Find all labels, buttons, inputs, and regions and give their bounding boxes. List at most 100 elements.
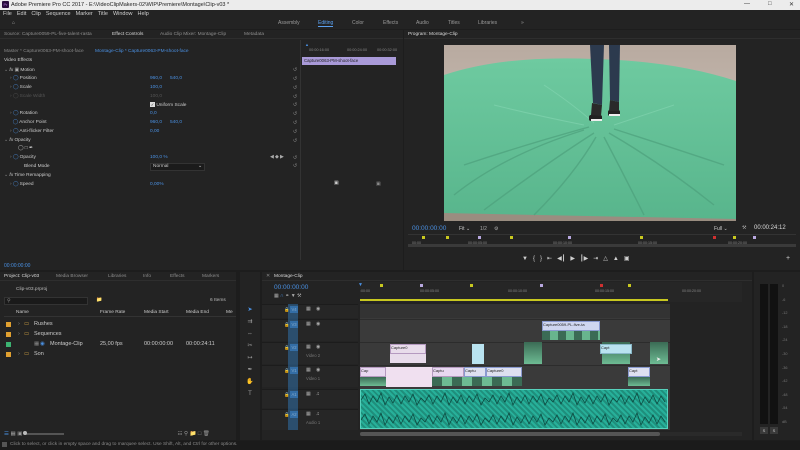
menu-edit[interactable]: Edit [17, 11, 26, 17]
keyframe-nav-opacity[interactable]: ◀ ◆ ▶ [270, 155, 284, 163]
marker-icon[interactable] [478, 236, 481, 239]
ec-mini-timeline[interactable]: 00:00:16:00 00:00:24:00 00:00:32:00 ▲ Ca… [300, 40, 403, 260]
blend-mode-select[interactable]: Normal ⌄ [150, 163, 205, 171]
workspace-effects[interactable]: Effects [383, 20, 398, 26]
linked-selection-icon[interactable]: ⚭ [285, 293, 289, 299]
marker-icon[interactable] [568, 236, 571, 239]
chevron-right-icon[interactable]: › [18, 331, 20, 337]
rotation-value[interactable]: 0,0 [150, 111, 157, 119]
antiflicker-value[interactable]: 0,00 [150, 129, 159, 137]
reset-scale-width-icon[interactable]: ↺ [293, 94, 297, 100]
sync-lock-icon[interactable]: ▦ [306, 321, 311, 327]
audio-clip[interactable] [360, 389, 668, 429]
reset-rotation-icon[interactable]: ↺ [293, 111, 297, 117]
col-media-end[interactable]: Media End [186, 310, 209, 318]
tab-media-browser[interactable]: Media Browser [56, 274, 88, 279]
icon-view-icon[interactable]: ▦ [10, 431, 15, 437]
menu-sequence[interactable]: Sequence [46, 11, 71, 17]
reset-scale-icon[interactable]: ↺ [293, 85, 297, 91]
razor-tool-icon[interactable]: ✂ [246, 342, 254, 350]
clip-v2-thumb[interactable] [524, 342, 542, 364]
workspace-audio[interactable]: Audio [416, 20, 429, 26]
marker-icon[interactable] [510, 236, 513, 239]
reset-uniform-icon[interactable]: ↺ [293, 102, 297, 108]
opacity-value[interactable]: 100,0 % [150, 155, 168, 163]
new-item-icon[interactable]: □ [198, 431, 201, 437]
project-row[interactable]: › ▭ Son [4, 350, 236, 359]
track-header-v3[interactable]: 🔒V3▦◉ [262, 319, 358, 341]
timeline-timecode[interactable]: 00:00:00:00 [274, 284, 308, 291]
maximize-icon[interactable]: □ [768, 1, 772, 7]
mark-out-icon[interactable]: } [540, 256, 542, 262]
program-zoom-bar[interactable] [408, 244, 796, 247]
close-icon[interactable]: ✕ [789, 1, 794, 8]
project-search-input[interactable]: ⚲ [4, 297, 88, 305]
marker-icon[interactable] [713, 236, 716, 239]
label-color-swatch[interactable] [6, 332, 11, 337]
tab-libraries[interactable]: Libraries [108, 274, 126, 279]
ripple-edit-tool-icon[interactable]: ⇔ [246, 330, 254, 338]
time-remap-row[interactable]: ⌄ fx Time Remapping [4, 173, 51, 181]
pen-mask-icon[interactable]: ✒ [29, 146, 33, 151]
reset-position-icon[interactable]: ↺ [293, 76, 297, 82]
uniform-scale-row[interactable]: ✓ Uniform Scale [150, 102, 186, 110]
minimize-icon[interactable]: — [744, 1, 750, 7]
lift-icon[interactable]: △ [603, 256, 608, 262]
timeline-playhead-icon[interactable]: ▼ [358, 282, 363, 288]
motion-effect-row[interactable]: ⌄ fx ▣ Motion [4, 68, 35, 76]
track-header-v2[interactable]: 🔒V2▦◉Video 2 [262, 342, 358, 364]
selection-tool-icon[interactable]: ➤ [246, 306, 254, 314]
new-item-bin-icon[interactable]: 📁 [190, 431, 197, 437]
label-color-swatch[interactable] [6, 322, 11, 327]
menu-file[interactable]: File [3, 11, 12, 17]
menu-clip[interactable]: Clip [31, 11, 40, 17]
eye-icon[interactable]: ◉ [316, 321, 320, 327]
source-patch-column[interactable] [288, 304, 298, 430]
tab-project[interactable]: Project: Clip-v03 [4, 274, 39, 279]
ec-timecode[interactable]: 00:00:00:00 [4, 263, 30, 269]
go-to-in-icon[interactable]: ⇤ [547, 256, 552, 262]
tab-markers[interactable]: Markers [202, 274, 219, 279]
workspace-assembly[interactable]: Assembly [278, 20, 300, 26]
marker-icon[interactable] [420, 284, 423, 287]
workspace-titles[interactable]: Titles [448, 20, 460, 26]
marker-icon[interactable] [640, 236, 643, 239]
track-header-v1[interactable]: 🔒V1▦◉Video 1 [262, 365, 358, 387]
fit-select[interactable]: Fit ⌄ [459, 226, 470, 232]
trash-icon[interactable]: 🗑 [203, 431, 210, 437]
marker-icon[interactable] [422, 236, 425, 239]
marker-icon[interactable] [470, 284, 473, 287]
workspace-libraries[interactable]: Libraries [478, 20, 497, 26]
anchor-x-value[interactable]: 960,0 [150, 120, 162, 128]
tab-effects[interactable]: Effects [170, 274, 185, 279]
marker-icon[interactable] [600, 284, 603, 287]
add-marker-icon[interactable]: ▼ [522, 256, 528, 262]
extract-icon[interactable]: ▲ [613, 256, 619, 262]
program-ruler[interactable]: 00:00 00:00:05:00 00:00:10:00 00:00:15:0… [408, 234, 796, 248]
clip-v1-3[interactable]: Capture0 [486, 367, 522, 377]
eye-icon[interactable]: ◉ [316, 367, 320, 373]
uniform-scale-checkbox[interactable]: ✓ [150, 102, 155, 107]
reset-motion-icon[interactable]: ↺ [293, 67, 297, 73]
tab-metadata[interactable]: Metadata [244, 32, 264, 37]
type-tool-icon[interactable]: T [246, 390, 254, 398]
step-forward-icon[interactable]: ┃▶ [580, 256, 588, 262]
col-name[interactable]: Name [16, 310, 29, 318]
tab-montage-clip[interactable]: Montage-Clip [274, 274, 303, 279]
zoom-slider[interactable] [22, 430, 64, 435]
speaker-icon[interactable]: ♫ [316, 391, 320, 397]
marker-icon[interactable] [446, 236, 449, 239]
eye-icon[interactable]: ◉ [316, 344, 320, 350]
work-area-bar[interactable] [360, 299, 668, 301]
col-frame-rate[interactable]: Frame Rate [100, 310, 125, 318]
workspace-editing[interactable]: Editing [318, 20, 334, 27]
tab-effect-controls[interactable]: Effect Controls [112, 32, 143, 37]
add-button-icon[interactable]: + [786, 255, 790, 262]
tab-audio-clip-mixer[interactable]: Audio Clip Mixer: Montage-Clip [160, 32, 226, 37]
pen-tool-icon[interactable]: ✒ [246, 366, 254, 374]
sync-lock-icon[interactable]: ▦ [306, 344, 311, 350]
speaker-icon[interactable]: ♫ [316, 411, 320, 417]
clip-v2-0[interactable]: Capture0 [390, 344, 426, 354]
step-back-icon[interactable]: ◀┃ [557, 256, 565, 262]
menu-title[interactable]: Title [98, 11, 108, 17]
